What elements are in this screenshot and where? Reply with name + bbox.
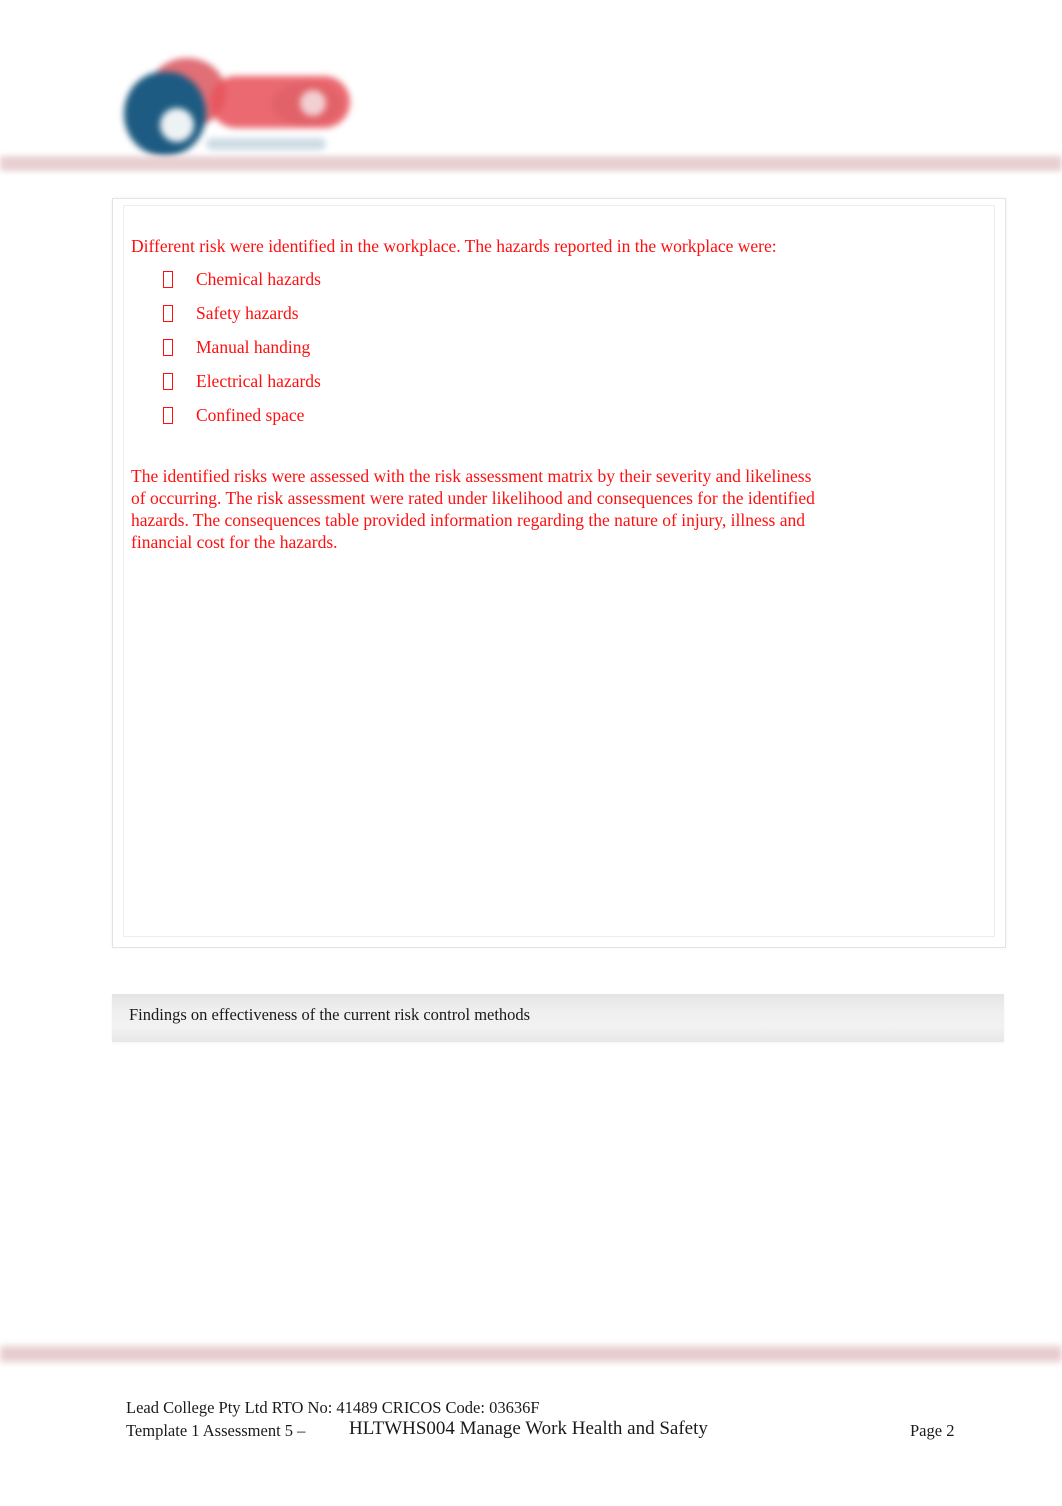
footer-unit-title: HLTWHS004 Manage Work Health and Safety xyxy=(349,1418,708,1439)
document-page: Different risk were identified in the wo… xyxy=(0,0,1062,1506)
bullet-box-icon xyxy=(163,271,173,288)
list-item: Chemical hazards xyxy=(131,265,831,293)
footer-template-label: Template 1 Assessment 5 – xyxy=(126,1421,306,1440)
page-footer: Lead College Pty Ltd RTO No: 41489 CRICO… xyxy=(0,1398,1062,1458)
answer-content: Different risk were identified in the wo… xyxy=(131,235,831,553)
bullet-box-icon xyxy=(163,407,173,424)
logo-subtitle-shape xyxy=(206,138,326,150)
section-heading-label: Findings on effectiveness of the current… xyxy=(129,1005,531,1024)
list-item-label: Safety hazards xyxy=(196,303,299,323)
list-item: Manual handing xyxy=(131,333,831,361)
bullet-box-icon xyxy=(163,373,173,390)
list-item-label: Confined space xyxy=(196,405,305,425)
list-item: Confined space xyxy=(131,401,831,429)
header-divider-rule xyxy=(0,156,1062,171)
list-item: Electrical hazards xyxy=(131,367,831,395)
lead-college-logo-icon xyxy=(122,52,354,160)
logo-mark-shape xyxy=(124,72,206,156)
list-item-label: Electrical hazards xyxy=(196,371,321,391)
bullet-box-icon xyxy=(163,339,173,356)
footer-page-number: Page 2 xyxy=(910,1421,955,1440)
page-header xyxy=(0,0,1062,175)
hazard-list: Chemical hazards Safety hazards Manual h… xyxy=(131,265,831,429)
footer-divider-rule xyxy=(0,1346,1062,1362)
bullet-box-icon xyxy=(163,305,173,322)
logo-wordmark-o-hole xyxy=(300,90,326,116)
list-item: Safety hazards xyxy=(131,299,831,327)
logo-mark-inner-shape xyxy=(160,108,194,142)
assessment-paragraph: The identified risks were assessed with … xyxy=(131,466,815,552)
section-heading-bar: Findings on effectiveness of the current… xyxy=(112,994,1004,1042)
list-item-label: Manual handing xyxy=(196,337,311,357)
answer-text-box[interactable]: Different risk were identified in the wo… xyxy=(112,198,1006,948)
intro-sentence: Different risk were identified in the wo… xyxy=(131,236,777,256)
footer-registration-line: Lead College Pty Ltd RTO No: 41489 CRICO… xyxy=(126,1398,540,1417)
list-item-label: Chemical hazards xyxy=(196,269,321,289)
